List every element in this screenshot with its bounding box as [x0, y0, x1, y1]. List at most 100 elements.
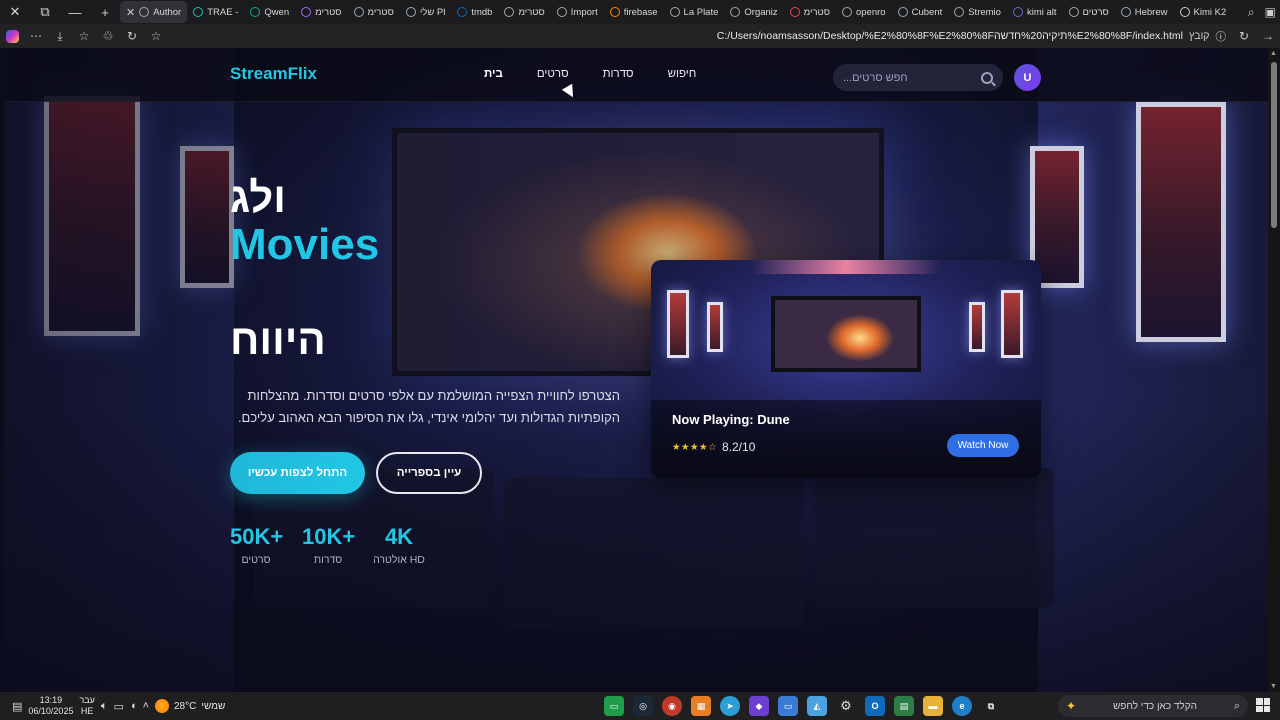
close-window-icon[interactable]: ✕ [0, 0, 30, 24]
browser-tab[interactable]: Organiz [724, 1, 783, 23]
scroll-down-icon[interactable]: ▼ [1270, 683, 1277, 690]
refresh-icon[interactable]: ↻ [120, 24, 144, 48]
weather-temp: 28°C [174, 700, 197, 712]
user-avatar[interactable]: U [1014, 64, 1041, 91]
browser-tab[interactable]: firebase [604, 1, 664, 23]
search-input[interactable]: חפש סרטים... [833, 64, 1003, 91]
browser-tab[interactable]: סטרימ [348, 1, 400, 23]
tab-label: Author [153, 6, 182, 18]
restore-window-icon[interactable]: ⧉ [30, 0, 60, 24]
nav-movies[interactable]: סרטים [537, 68, 569, 80]
media-app-icon[interactable]: ◉ [662, 696, 682, 716]
browser-tab[interactable]: סטרימ [498, 1, 550, 23]
address-bar: ⋯ ⤓ ☆ ♲ ↻ ☆ C:/Users/noamsasson/Desktop/… [0, 24, 1280, 48]
telegram-app-icon[interactable]: ➤ [720, 696, 740, 716]
volume-icon[interactable]: 🔈︎ [101, 700, 108, 713]
workspace-icon[interactable]: ▣ [1265, 5, 1276, 20]
search-icon[interactable] [981, 71, 993, 84]
network-icon[interactable]: ▭ [114, 700, 124, 713]
tab-favicon-icon [897, 7, 908, 17]
more-menu-icon[interactable]: ⋯ [24, 24, 48, 48]
browser-tab[interactable]: שלי Pl [400, 1, 452, 23]
now-playing-card[interactable]: Now Playing: Dune ★★★★☆ 8.2/10 Watch Now [651, 260, 1041, 478]
browser-tab[interactable]: סטרימ [784, 1, 836, 23]
nav-search[interactable]: חיפוש [668, 68, 697, 80]
microphone-icon[interactable]: ◖ [130, 700, 137, 712]
add-favorite-icon[interactable]: ☆ [144, 24, 168, 48]
downloads-icon[interactable]: ⤓ [48, 24, 72, 48]
browser-tab[interactable]: tmdb [451, 1, 498, 23]
taskbar-search-input[interactable]: ✦ הקלד כאן כדי לחפש ⌕ [1058, 695, 1248, 717]
tab-favicon-icon [504, 7, 515, 17]
lang-bottom: HE [80, 706, 94, 716]
tab-label: Kimi K2 [1193, 6, 1227, 18]
sun-icon [155, 699, 169, 713]
start-watching-button[interactable]: התחל לצפות עכשיו [230, 452, 365, 494]
browser-tab[interactable]: kimi alt [1007, 1, 1063, 23]
taskbar-search-text: הקלד כאן כדי לחפש [1112, 700, 1197, 712]
tablet-app-icon[interactable]: ▭ [778, 696, 798, 716]
ceiling-light [751, 260, 941, 274]
browser-tab[interactable]: La Plate [664, 1, 725, 23]
scroll-up-icon[interactable]: ▲ [1270, 50, 1277, 57]
browser-tab[interactable]: openro [836, 1, 892, 23]
site-logo[interactable]: StreamFlix [230, 64, 317, 84]
terminal-app-icon[interactable]: ▭ [604, 696, 624, 716]
settings-gear-icon[interactable]: ⚙ [836, 696, 856, 716]
favorites-icon[interactable]: ☆ [72, 24, 96, 48]
start-windows-icon[interactable] [1256, 698, 1270, 712]
extensions-icon[interactable]: ♲ [96, 24, 120, 48]
browser-tab[interactable]: Stremio [948, 1, 1007, 23]
tab-favicon-icon [193, 7, 204, 17]
browser-tab[interactable]: TRAE - [187, 1, 244, 23]
clock[interactable]: 13:19 06/10/2025 [28, 695, 73, 717]
search-placeholder: חפש סרטים... [843, 71, 908, 84]
nav-series[interactable]: סדרות [603, 68, 634, 80]
browser-tab[interactable]: Kimi K2 [1174, 1, 1233, 23]
browser-tab[interactable]: סרטים [1063, 1, 1115, 23]
task-view-icon[interactable]: ⧉ [981, 696, 1001, 716]
edge-browser-icon[interactable]: e [952, 696, 972, 716]
tab-favicon-icon [730, 7, 741, 17]
new-tab-icon[interactable]: + [90, 0, 120, 24]
browser-tab[interactable]: Cubent [892, 1, 949, 23]
tab-label: Qwen [264, 6, 290, 18]
browser-tab[interactable]: ✕ Author [120, 1, 188, 23]
stat-label: סרטים [241, 554, 271, 566]
reload-icon[interactable]: ↻ [1232, 24, 1256, 48]
weather-widget[interactable]: 28°C שמשי [155, 699, 225, 713]
forward-icon[interactable]: → [1256, 24, 1280, 48]
browser-tab[interactable]: סטרימ [295, 1, 347, 23]
notifications-icon[interactable]: ▤ [12, 700, 22, 713]
copilot-app-icon[interactable]: ◆ [749, 696, 769, 716]
file-explorer-icon[interactable]: ▬ [923, 696, 943, 716]
browser-tab[interactable]: Qwen [244, 1, 295, 23]
tray-expand-icon[interactable]: ˄ [143, 700, 149, 712]
browse-library-button[interactable]: עיין בספרייה [376, 452, 482, 494]
url-field[interactable]: C:/Users/noamsasson/Desktop/%E2%80%8F%E2… [168, 29, 1232, 44]
site-info-icon[interactable]: ⓘ [1216, 29, 1227, 44]
minimize-window-icon[interactable]: — [60, 0, 90, 24]
photos-app-icon[interactable]: ◭ [807, 696, 827, 716]
site-header: StreamFlix בית סרטים סדרות חיפוש חפש סרט… [4, 48, 1268, 102]
url-text[interactable]: C:/Users/noamsasson/Desktop/%E2%80%8F%E2… [717, 30, 1183, 42]
watch-now-button[interactable]: Watch Now [947, 434, 1019, 457]
steam-app-icon[interactable]: ◎ [633, 696, 653, 716]
store-app-icon[interactable]: ▤ [894, 696, 914, 716]
browser-tab[interactable]: Hebrew [1115, 1, 1174, 23]
tab-search-icon[interactable]: ⌕ [1248, 5, 1255, 20]
page-scrollbar[interactable]: ▲ ▼ [1268, 48, 1280, 692]
language-indicator[interactable]: עבר HE [79, 695, 94, 717]
browser-tab[interactable]: Import [551, 1, 604, 23]
tab-label: TRAE - [207, 6, 239, 18]
tab-label: סטרימ [803, 6, 830, 18]
outlook-app-icon[interactable]: O [865, 696, 885, 716]
url-site-label: קובץ [1189, 30, 1210, 42]
nav-home[interactable]: בית [484, 68, 503, 80]
close-tab-icon[interactable]: ✕ [126, 6, 135, 19]
main-nav: בית סרטים סדרות חיפוש [484, 68, 730, 80]
office-app-icon[interactable]: ▦ [691, 696, 711, 716]
page-viewport: StreamFlix בית סרטים סדרות חיפוש חפש סרט… [4, 48, 1268, 692]
copilot-icon[interactable] [0, 24, 24, 48]
scroll-thumb[interactable] [1271, 62, 1277, 228]
